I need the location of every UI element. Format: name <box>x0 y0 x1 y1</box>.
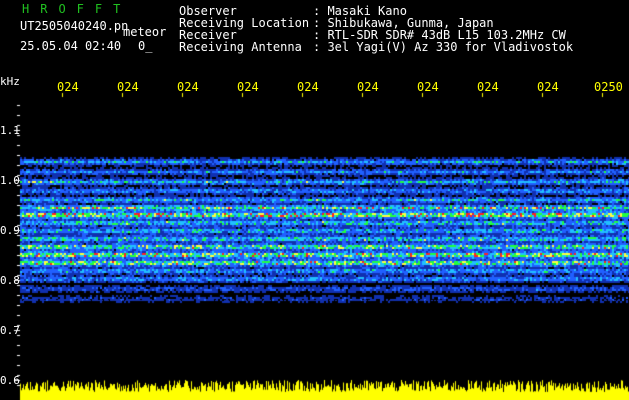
filename: UT2505040240.pn <box>20 19 129 33</box>
meteor-count: 0_ <box>138 39 153 53</box>
brand-label: HROFFT <box>22 2 132 16</box>
x-tick-label: 024 <box>537 80 559 94</box>
x-tick-label: 024 <box>357 80 379 94</box>
meteor-label: meteor <box>123 25 167 39</box>
y-tick-label: 1.1 <box>0 124 20 137</box>
y-tick-label: 0.7 <box>0 324 20 337</box>
x-tick-label: 024 <box>57 80 79 94</box>
timestamp: 25.05.04 02:40 <box>20 39 122 53</box>
x-tick-label: 024 <box>237 80 259 94</box>
antenna-label: Receiving Antenna <box>179 40 302 54</box>
x-tick-label: 024 <box>117 80 139 94</box>
y-tick-label: 0.9 <box>0 224 20 237</box>
spectrogram <box>0 0 629 400</box>
y-tick-label: 0.8 <box>0 274 20 287</box>
x-tick-label: 024 <box>417 80 439 94</box>
x-tick-label: 024 <box>177 80 199 94</box>
y-tick-label: 1.0 <box>0 174 20 187</box>
antenna-value: : 3el Yagi(V) Az 330 for Vladivostok <box>313 40 574 54</box>
y-tick-label: 0.6 <box>0 374 20 387</box>
x-tick-label: 0250 <box>594 80 623 94</box>
x-tick-label: 024 <box>477 80 499 94</box>
y-axis-unit: kHz <box>0 75 20 88</box>
x-tick-label: 024 <box>297 80 319 94</box>
